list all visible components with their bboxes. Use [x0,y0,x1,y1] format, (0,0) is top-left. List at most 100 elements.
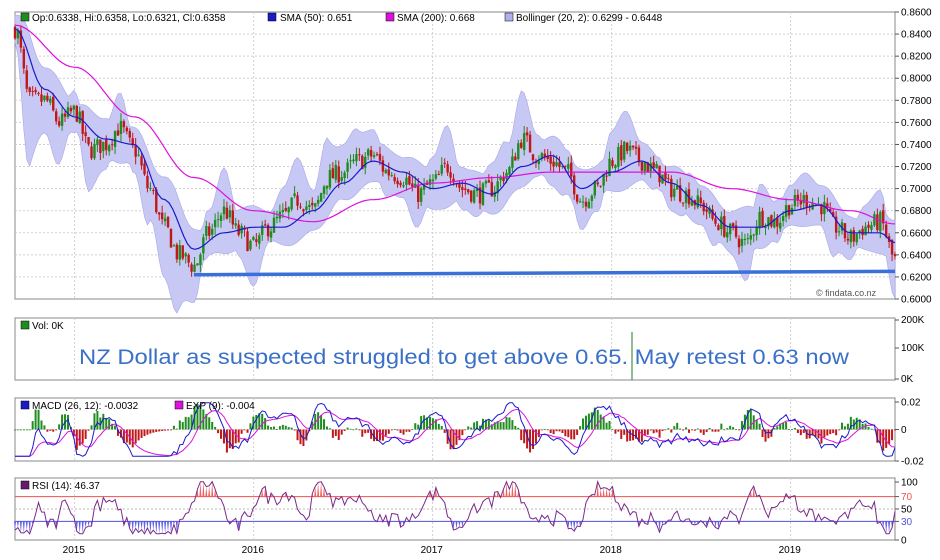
price-tick-label: 0.8200 [901,52,932,63]
candle-body [178,245,182,260]
macd-histogram-bar [843,426,846,430]
macd-histogram-bar [664,429,667,431]
macd-histogram-bar [517,427,520,430]
candle-body [673,188,676,197]
macd-histogram-bar [337,429,340,441]
candle-body [537,160,541,164]
candle-body [275,216,279,219]
bollinger-legend: Bollinger (20, 2): 0.6299 - 0.6448 [516,13,663,24]
volume-tick-label: 100K [901,343,925,354]
macd-histogram-bar [58,424,61,430]
macd-histogram-bar [325,426,328,430]
candle-body [46,95,49,101]
candle-body [605,175,608,177]
candle-body [567,164,570,169]
candle-body [611,160,614,167]
macd-histogram-bar [717,429,720,432]
candle-body [623,141,626,160]
candle-body [405,177,408,185]
rsi-tick-label: 100 [901,478,918,489]
candle-body [528,134,532,153]
candle-body [75,105,79,122]
macd-histogram-bar [726,428,729,430]
macd-histogram-bar [19,429,22,431]
candle-body [96,139,99,146]
candle-body [322,186,326,194]
macd-histogram-bar [125,429,128,443]
macd-histogram-bar [646,429,649,435]
macd-histogram-bar [323,419,326,430]
macd-histogram-bar [620,429,623,440]
macd-histogram-bar [355,428,358,430]
candle-body [870,225,873,230]
macd-histogram-bar [46,429,49,432]
macd-histogram-bar [540,429,543,431]
candle-body [25,70,28,89]
macd-histogram-bar [826,429,829,436]
candle-body [558,162,561,168]
candle-body [469,190,473,202]
macd-histogram-bar [296,429,299,441]
macd-histogram-bar [514,425,517,430]
candle-body [761,210,764,227]
macd-histogram-bar [640,429,643,442]
macd-histogram-bar [846,423,849,430]
candle-body [467,189,470,193]
macd-histogram-bar [220,429,223,439]
macd-histogram-bar [275,428,278,430]
price-tick-label: 0.6200 [901,272,932,283]
macd-histogram-bar [293,429,296,431]
candle-body [255,239,258,243]
macd-histogram-bar [281,424,284,430]
rsi-tick-label: 50 [901,505,913,516]
macd-histogram-bar [711,429,714,432]
candle-body [802,195,805,204]
candle-body [131,138,134,145]
candle-body [116,130,120,136]
candle-body [222,206,226,215]
chart-canvas: 0.8600 0.8400 0.8200 0.8000 0.7800 0.7600 0.74… [13,8,932,556]
macd-histogram-bar [234,429,237,444]
candle-body [346,162,349,172]
candle-body [314,203,317,207]
macd-histogram-bar [467,426,470,430]
volume-y-axis: 200K 100K 0K [895,315,925,385]
candle-body [620,145,623,161]
candle-body [549,156,552,164]
candle-body [714,218,717,224]
volume-legend: Vol: 0K [32,321,64,332]
candle-body [637,147,641,163]
macd-histogram-bar [617,429,620,432]
macd-histogram-bar [502,422,505,430]
macd-histogram-bar [90,425,93,430]
watermark: © findata.co.nz [816,288,877,298]
price-tick-label: 0.6400 [901,250,932,261]
macd-histogram-bar [608,420,611,430]
x-tick-label: 2015 [63,545,86,556]
candle-body [552,161,555,167]
candle-body [443,162,446,164]
candle-body [308,204,311,207]
candle-body [372,155,376,158]
macd-histogram-bar [87,429,90,431]
candle-body [152,190,155,192]
macd-histogram-bar [187,417,190,430]
candle-body [31,91,34,93]
macd-histogram-bar [576,429,579,435]
candle-body [246,231,249,252]
candle-body [78,111,81,123]
macd-histogram-bar [552,429,555,435]
macd-histogram-bar [249,423,252,430]
candle-body [99,139,102,154]
macd-histogram-bar [40,420,43,430]
price-y-axis: 0.8600 0.8400 0.8200 0.8000 0.7800 0.7600 0.74… [895,8,932,306]
macd-histogram-bar [270,427,273,430]
candle-body [728,223,732,235]
macd-histogram-bar [387,429,390,434]
macd-histogram-bar [714,429,717,432]
candle-body [93,143,96,159]
macd-histogram-bar [885,429,888,448]
macd-histogram-bar [31,421,34,430]
candle-body [352,159,355,162]
candle-body [837,231,841,233]
